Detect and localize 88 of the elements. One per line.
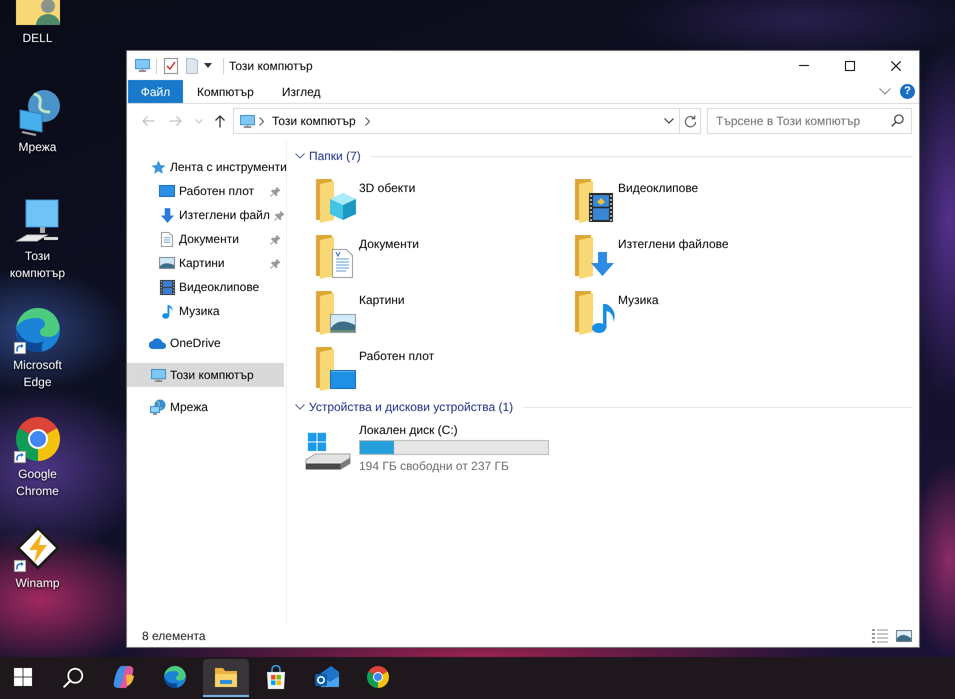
star-icon — [150, 160, 166, 174]
folder-item[interactable]: Работен плот — [310, 340, 434, 396]
desktop-item[interactable]: Този компютър — [0, 197, 75, 282]
desktop-item[interactable]: Microsoft Edge — [0, 306, 75, 391]
maximize-icon — [845, 60, 855, 70]
chevron-down-icon[interactable] — [295, 153, 305, 159]
document-icon — [161, 232, 173, 246]
arrow-up-icon — [214, 114, 226, 128]
computer-icon — [240, 114, 255, 128]
drive-icon — [305, 432, 351, 472]
ribbon-logo-icon — [112, 665, 136, 689]
sidebar-item[interactable]: Картини — [127, 251, 284, 275]
sidebar-item[interactable]: Документи — [127, 227, 284, 251]
sidebar-item[interactable]: Видеоклипове — [127, 275, 284, 299]
edge-logo-icon — [163, 665, 188, 689]
tiles-view-button[interactable] — [896, 630, 912, 642]
close-icon — [891, 60, 901, 70]
folder-item[interactable]: Изтеглени файлове — [569, 228, 729, 284]
sidebar-item[interactable]: OneDrive — [127, 331, 284, 355]
sidebar-item[interactable]: Изтеглени файл — [127, 203, 284, 227]
computer-icon — [150, 368, 166, 382]
properties-button[interactable] — [164, 58, 178, 74]
caret-down-icon — [204, 63, 212, 68]
computer-icon — [135, 59, 150, 72]
mail-icon — [315, 665, 340, 689]
details-view-button[interactable] — [872, 628, 888, 642]
group-title: Устройства и дискови устройства (1) — [309, 400, 514, 414]
ribbon-tab[interactable]: Компютър — [183, 80, 268, 103]
desktop-item[interactable]: Мрежа — [0, 88, 75, 156]
chrome-logo-icon — [366, 665, 390, 689]
arrow-right-icon — [169, 115, 183, 127]
pin-icon[interactable] — [270, 234, 281, 244]
picture-icon — [159, 257, 175, 269]
pin-icon[interactable] — [270, 258, 281, 268]
item-count: 8 елемента — [142, 628, 206, 642]
desktop-item[interactable]: Winamp — [0, 524, 75, 592]
desktop-item[interactable]: DELL — [0, 0, 75, 47]
cloud-icon — [149, 338, 167, 348]
folder-item[interactable]: 3D обекти — [310, 172, 416, 228]
chevron-down-icon — [664, 118, 674, 124]
pin-icon[interactable] — [274, 210, 285, 220]
search-icon[interactable] — [891, 114, 904, 127]
folder-item[interactable]: Видеоклипове — [569, 172, 698, 228]
desktop-item[interactable]: Google Chrome — [0, 415, 75, 500]
sidebar-item[interactable]: Музика — [127, 299, 284, 323]
music-note-icon — [162, 304, 172, 318]
ribbon-tab[interactable]: Изглед — [268, 80, 334, 103]
sidebar-item[interactable]: Мрежа — [127, 395, 284, 419]
folder-item[interactable]: Музика — [569, 284, 659, 340]
pin-icon[interactable] — [270, 186, 281, 196]
search-field[interactable]: Търсене в Този компютър — [707, 108, 912, 134]
download-arrow-icon — [160, 208, 174, 222]
network-icon — [150, 399, 166, 415]
chrome-logo-icon — [14, 415, 62, 463]
arrow-left-icon — [141, 115, 155, 127]
chevron-down-icon[interactable] — [879, 88, 891, 95]
details-list-icon — [872, 628, 888, 642]
address-segment[interactable]: Този компютър — [267, 109, 361, 133]
windows-logo-icon — [14, 668, 32, 686]
edge-logo-icon — [14, 306, 62, 354]
sidebar-item[interactable]: Лента с инструменти — [127, 155, 284, 179]
folder-icon — [214, 666, 238, 688]
sidebar-item[interactable]: Работен плот — [127, 179, 284, 203]
taskbar-app-button[interactable] — [202, 659, 249, 697]
lightning-logo-icon — [14, 524, 62, 572]
folder-icon — [186, 58, 198, 74]
file-tab[interactable]: Файл — [128, 80, 183, 103]
help-button[interactable]: ? — [900, 84, 915, 99]
film-strip-icon — [160, 280, 174, 294]
search-icon — [63, 666, 84, 688]
chevron-down-icon[interactable] — [295, 404, 305, 410]
chevron-down-icon — [195, 118, 203, 124]
window-title: Този компютър — [229, 58, 313, 72]
free-space-text: 194 ГБ свободни от 237 ГБ — [359, 458, 509, 474]
group-title: Папки (7) — [309, 149, 361, 163]
customize-toolbar-button[interactable] — [204, 63, 212, 68]
sidebar-item[interactable]: Този компютър — [127, 363, 284, 387]
thumbnail-view-icon — [896, 630, 912, 642]
minimize-icon — [799, 65, 809, 66]
refresh-icon — [684, 114, 696, 128]
drive-name[interactable]: Локален диск (C:) — [359, 422, 458, 438]
desktop-screen-icon — [159, 185, 175, 197]
chevron-right-icon[interactable] — [364, 116, 370, 126]
folder-item[interactable]: Документи — [310, 228, 419, 284]
chevron-right-icon[interactable] — [259, 116, 264, 126]
folder-item[interactable]: Картини — [310, 284, 405, 340]
address-bar[interactable]: Този компютър — [233, 108, 701, 134]
checkmark-page-icon — [164, 58, 178, 74]
